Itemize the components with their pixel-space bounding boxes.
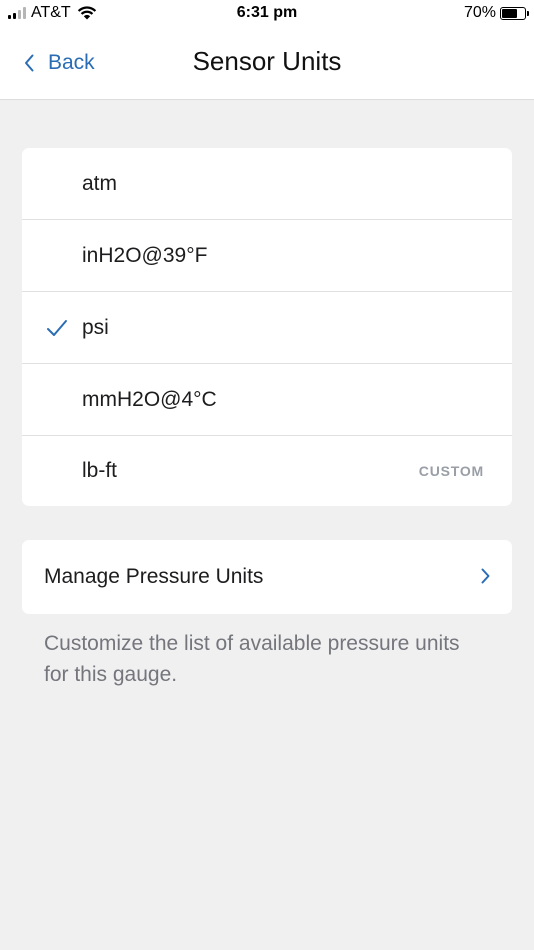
battery-icon (500, 6, 529, 20)
custom-badge: CUSTOM (418, 463, 484, 479)
status-time: 6:31 pm (236, 4, 298, 21)
unit-label: atm (82, 171, 118, 195)
unit-option-psi[interactable]: psi (22, 292, 512, 364)
page-title: Sensor Units (0, 46, 534, 77)
status-right: 70% (463, 4, 529, 22)
manage-pressure-units-button[interactable]: Manage Pressure Units (22, 540, 512, 614)
unit-label: inH2O@39°F (82, 243, 208, 267)
unit-label: lb-ft (82, 459, 118, 482)
unit-option-inh2o[interactable]: inH2O@39°F (22, 220, 512, 292)
chevron-right-icon (481, 568, 490, 584)
manage-pressure-units-label: Manage Pressure Units (44, 565, 264, 588)
page-title-text: Sensor Units (192, 46, 342, 76)
unit-list: atm inH2O@39°F psi mmH2O@4°C lb-ft CUSTO… (22, 148, 512, 506)
unit-label: psi (82, 315, 109, 339)
unit-option-mmh2o[interactable]: mmH2O@4°C (22, 364, 512, 436)
battery-percent: 70% (463, 4, 496, 21)
battery-fill (502, 8, 518, 18)
unit-option-atm[interactable]: atm (22, 148, 512, 220)
navigation-bar: Back Sensor Units (0, 26, 534, 100)
unit-label: mmH2O@4°C (82, 387, 217, 411)
manage-description: Customize the list of available pressure… (44, 632, 460, 686)
status-bar: AT&T 6:31 pm 70% (0, 0, 534, 26)
checkmark-icon (47, 320, 67, 336)
unit-option-lb-ft[interactable]: lb-ft CUSTOM (22, 436, 512, 506)
